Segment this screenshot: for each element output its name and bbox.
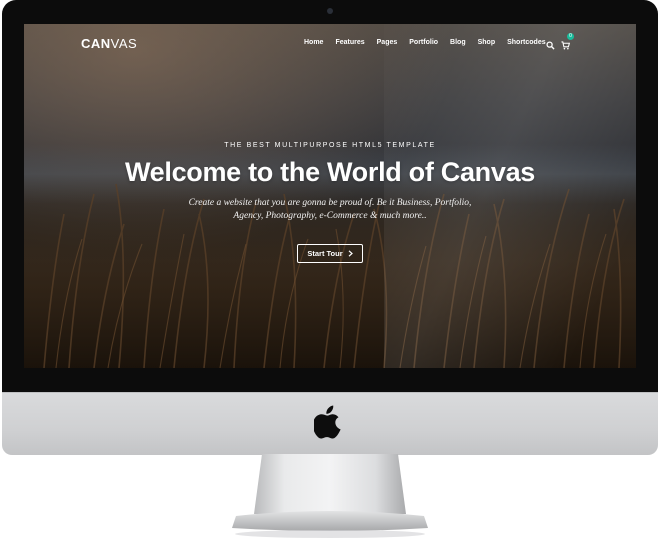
hero-subtitle: Create a website that you are gonna be p… xyxy=(160,197,500,223)
nav-shop[interactable]: Shop xyxy=(478,39,496,46)
apple-logo-icon xyxy=(314,405,341,439)
chevron-right-icon xyxy=(348,250,353,257)
nav-portfolio[interactable]: Portfolio xyxy=(409,39,438,46)
logo-bold-text: CAN xyxy=(81,36,111,51)
imac-mockup: CANVAS Home Features Pages Portfolio Blo… xyxy=(0,0,662,557)
nav-home[interactable]: Home xyxy=(304,39,323,46)
monitor-stand xyxy=(232,454,428,538)
hero-eyebrow: THE BEST MULTIPURPOSE HTML5 TEMPLATE xyxy=(224,142,436,149)
hero-subtitle-line-2: Agency, Photography, e-Commerce & much m… xyxy=(233,211,427,221)
hero-title: Welcome to the World of Canvas xyxy=(124,157,536,187)
logo-thin-text: VAS xyxy=(110,36,138,51)
camera-icon xyxy=(327,8,333,14)
nav-features[interactable]: Features xyxy=(335,39,364,46)
header-icons: 0 xyxy=(546,33,574,50)
site-logo[interactable]: CANVAS xyxy=(81,36,137,51)
nav-shortcodes[interactable]: Shortcodes xyxy=(507,39,546,46)
nav-blog[interactable]: Blog xyxy=(450,39,466,46)
hero-section: THE BEST MULTIPURPOSE HTML5 TEMPLATE Wel… xyxy=(24,142,636,263)
start-tour-label: Start Tour xyxy=(307,249,343,258)
main-nav: Home Features Pages Portfolio Blog Shop … xyxy=(304,39,558,46)
nav-pages[interactable]: Pages xyxy=(377,39,398,46)
site-header: CANVAS Home Features Pages Portfolio Blo… xyxy=(24,24,636,66)
hero-subtitle-line-1: Create a website that you are gonna be p… xyxy=(188,198,472,208)
monitor-screen: CANVAS Home Features Pages Portfolio Blo… xyxy=(24,24,636,368)
cart-count-badge: 0 xyxy=(567,33,574,40)
search-icon[interactable] xyxy=(546,37,555,50)
start-tour-button[interactable]: Start Tour xyxy=(297,244,363,263)
cart-icon[interactable]: 0 xyxy=(561,33,574,50)
